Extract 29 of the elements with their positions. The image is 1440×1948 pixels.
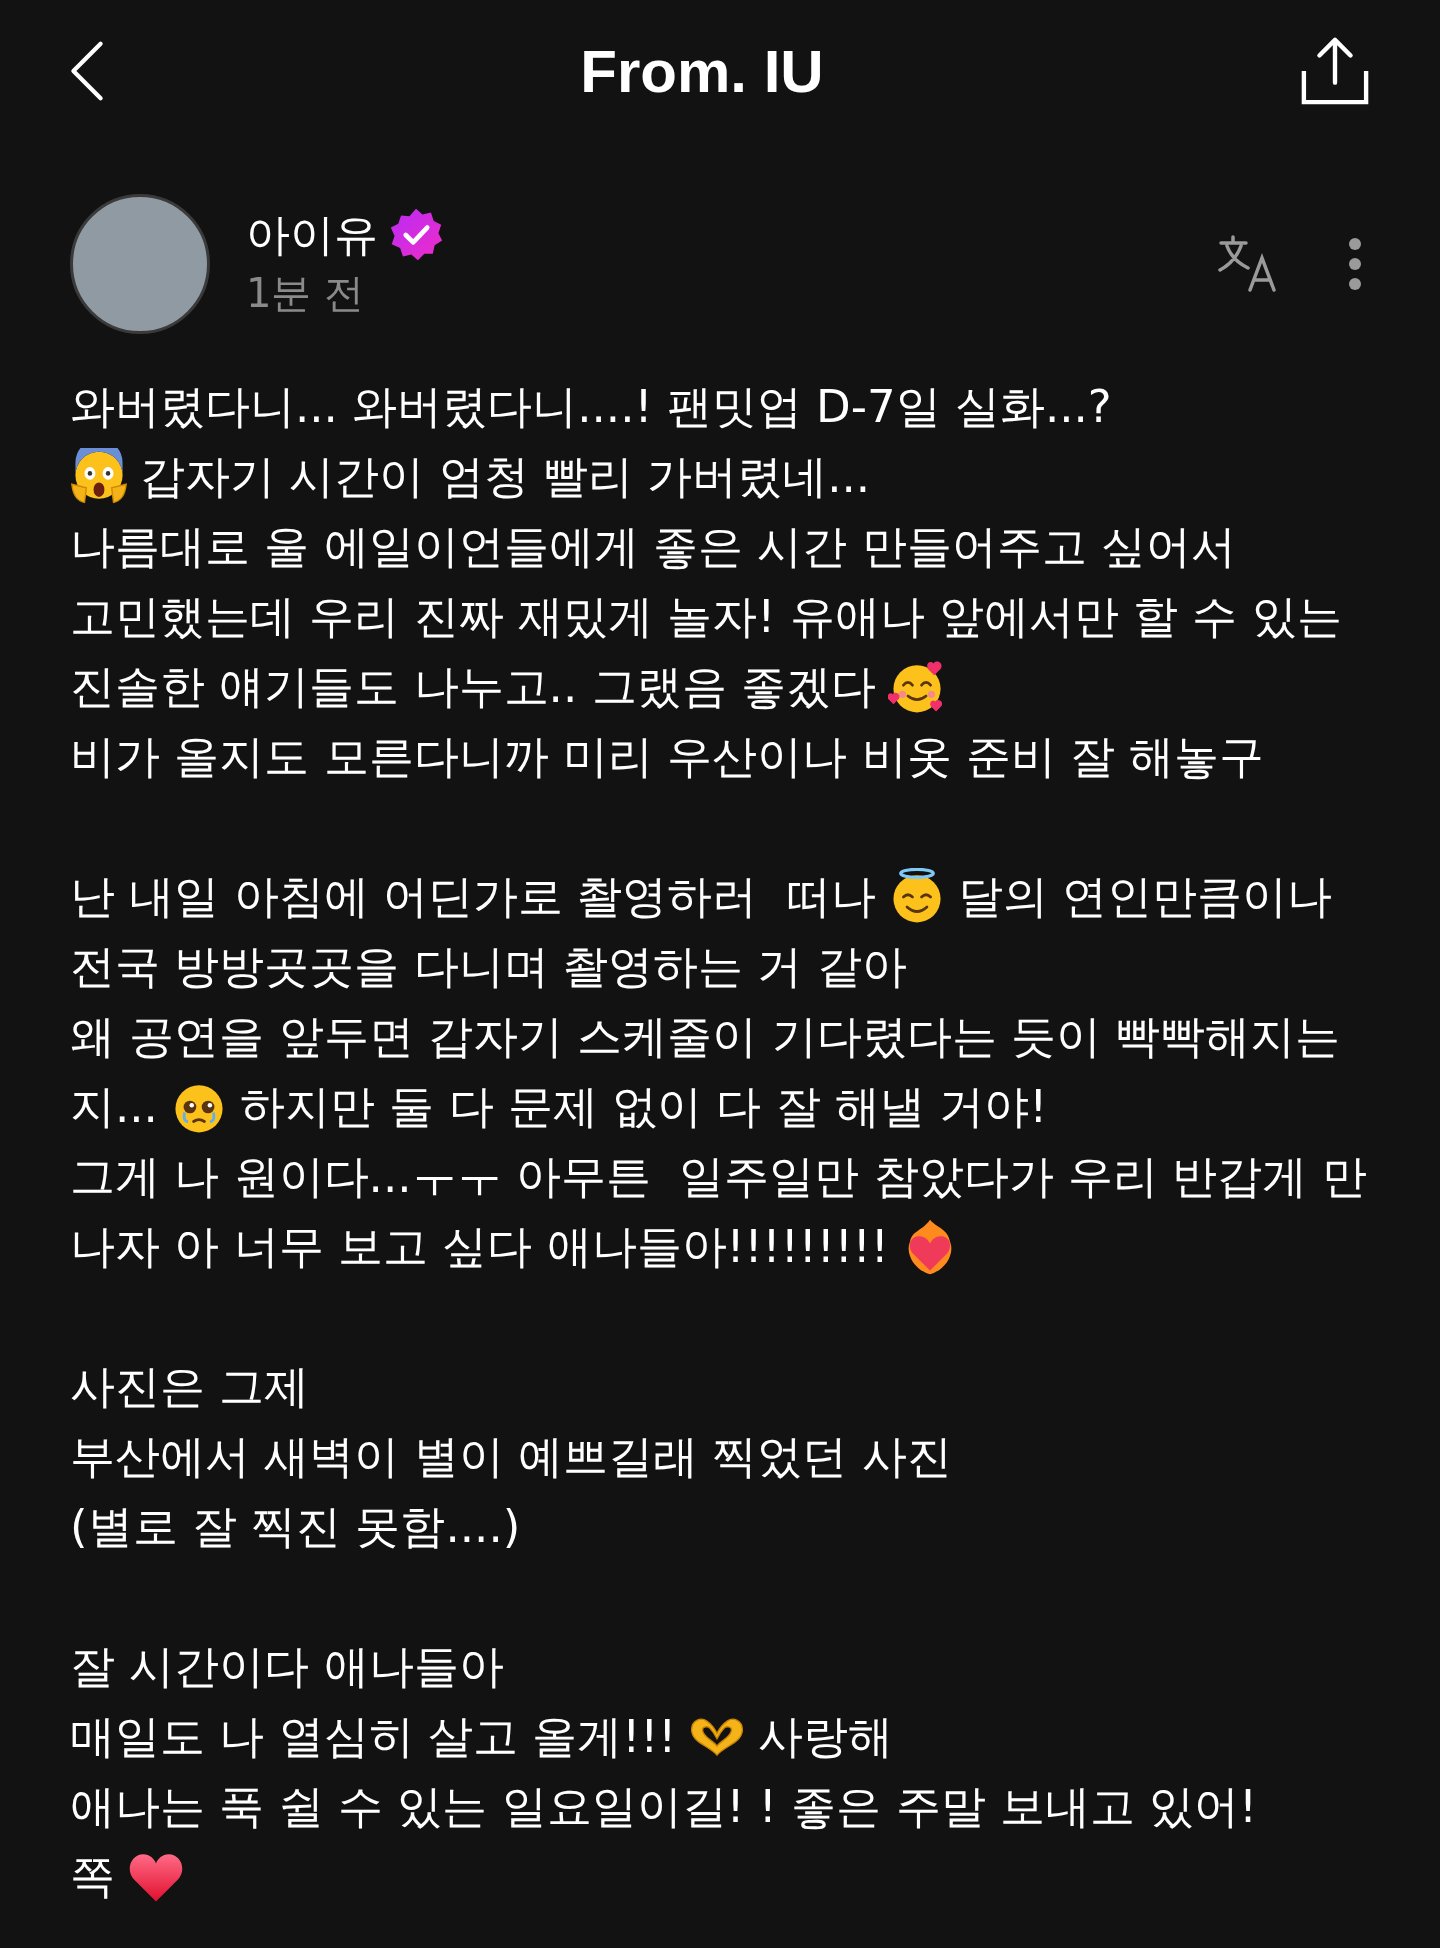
post-time: 1분 전 (246, 269, 365, 318)
post-text: 사랑해 (758, 1709, 894, 1765)
post-text: 난 내일 아침에 어딘가로 촬영하러 떠나 (70, 869, 876, 925)
share-icon[interactable] (1300, 36, 1370, 106)
post-text: 쪽 (70, 1849, 115, 1905)
author-name[interactable]: 아이유 (246, 206, 378, 264)
back-icon[interactable] (70, 40, 104, 102)
post-text: 애나는 푹 쉴 수 있는 일요일이길! ! 좋은 주말 보내고 있어! (70, 1779, 1258, 1835)
post-text: 갑자기 시간이 엄청 빨리 가버렸네... (140, 449, 871, 505)
post-text: 나자 아 너무 보고 싶다 애나들아!!!!!!!!! (70, 1219, 889, 1275)
page-title: From. IU (580, 36, 824, 106)
post-text: 달의 연인만큼이나 (957, 869, 1333, 925)
post-text: 사진은 그제 (70, 1359, 310, 1415)
post-text: 비가 올지도 모른다니까 미리 우산이나 비옷 준비 잘 해놓구 (70, 729, 1265, 785)
more-icon[interactable] (1348, 237, 1362, 291)
post-text: 지... (70, 1079, 158, 1135)
post-text: 고민했는데 우리 진짜 재밌게 놀자! 유애나 앞에서만 할 수 있는 (70, 589, 1342, 645)
shocked-face-icon (70, 448, 128, 506)
post-text: 매일도 나 열심히 살고 올게!!! (70, 1709, 677, 1765)
post-text: 하지만 둘 다 문제 없이 다 잘 해낼 거야! (239, 1079, 1048, 1135)
post-text: 진솔한 얘기들도 나누고.. 그랬음 좋겠다 (70, 659, 876, 715)
post-text: (별로 잘 찍진 못함....) (70, 1499, 521, 1555)
post-text: 나름대로 울 에일이언들에게 좋은 시간 만들어주고 싶어서 (70, 519, 1236, 575)
post-text: 와버렸다니... 와버렸다니....! 팬밋업 D-7일 실화...? (70, 379, 1112, 435)
post-text: 부산에서 새벽이 별이 예쁘길래 찍었던 사진 (70, 1429, 952, 1485)
post-text: 전국 방방곳곳을 다니며 촬영하는 거 같아 (70, 939, 907, 995)
post-text: 그게 나 원이다...ㅜㅜ 아무튼 일주일만 참았다가 우리 반갑게 만 (70, 1149, 1367, 1205)
post-text: 왜 공연을 앞두면 갑자기 스케줄이 기다렸다는 듯이 빡빡해지는 (70, 1009, 1341, 1065)
post-text: 잘 시간이다 애나들아 (70, 1639, 504, 1695)
